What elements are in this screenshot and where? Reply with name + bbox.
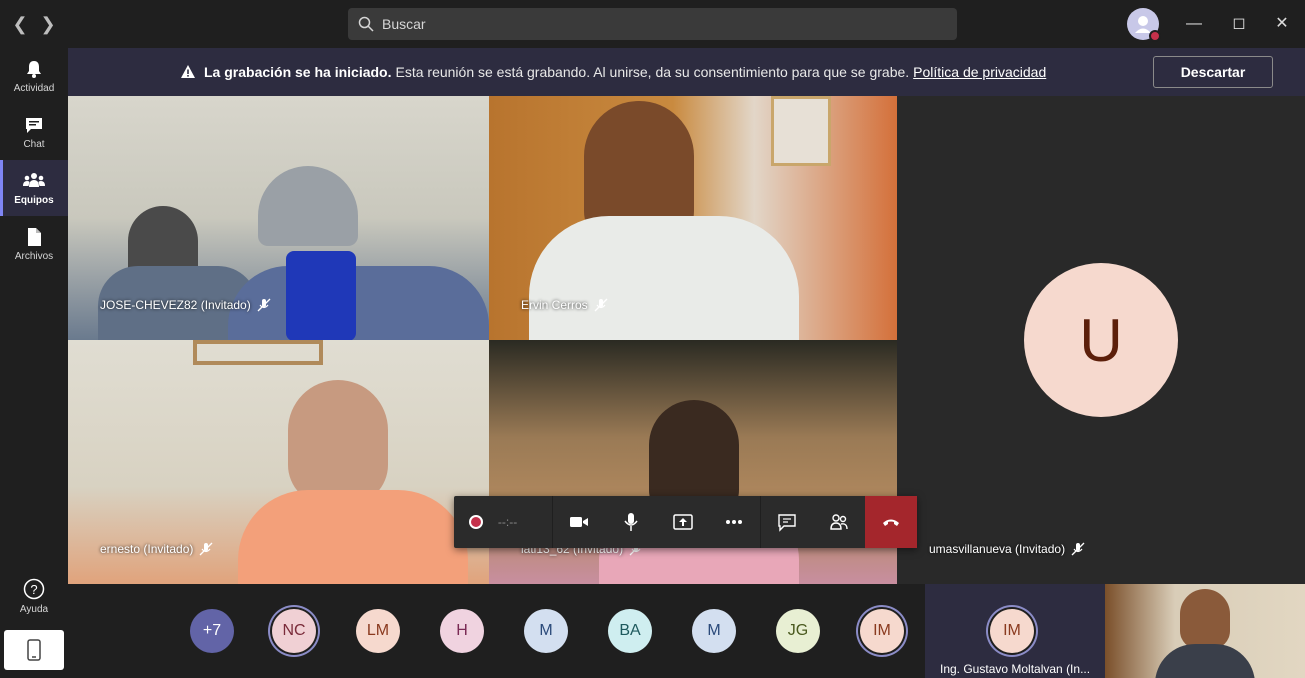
teams-icon: [23, 172, 45, 187]
rail-item-help[interactable]: ? Ayuda: [0, 568, 68, 624]
wall-portrait: [771, 96, 831, 166]
video-tile[interactable]: JOSE-CHEVEZ82 (Invitado): [68, 96, 489, 340]
rail-item-teams[interactable]: Equipos: [0, 160, 68, 216]
warning-icon: [181, 65, 195, 78]
people-icon: [830, 514, 848, 530]
mic-off-icon: [594, 298, 608, 312]
title-bar: ❮ ❯ — ◻ ✕: [0, 0, 1305, 48]
participant-avatar[interactable]: LM: [356, 609, 400, 653]
rail-item-activity[interactable]: Actividad: [0, 48, 68, 104]
participant-avatar[interactable]: M: [524, 609, 568, 653]
rail-item-chat[interactable]: Chat: [0, 104, 68, 160]
call-controls: --:--: [454, 496, 918, 548]
microphone-button[interactable]: [605, 496, 657, 548]
participant-video: [288, 380, 388, 505]
video-camera-icon: [569, 517, 588, 527]
file-icon: [28, 227, 41, 246]
participant-avatar[interactable]: M: [692, 609, 736, 653]
call-timer: --:--: [497, 515, 518, 529]
participant-name: Ervin Cerros: [521, 298, 588, 312]
mug: [286, 251, 356, 340]
participant-avatar: IM: [990, 609, 1034, 653]
participant-video: [1180, 589, 1230, 649]
self-video-preview[interactable]: [1105, 584, 1305, 678]
wall-frame: [193, 340, 323, 365]
rail-label: Archivos: [14, 250, 54, 262]
forward-arrow-icon[interactable]: ❯: [36, 12, 60, 36]
participant-avatar[interactable]: BA: [608, 609, 652, 653]
search-icon: [358, 16, 374, 32]
recording-banner: La grabación se ha iniciado. Esta reunió…: [68, 48, 1305, 96]
rail-label: Chat: [23, 138, 45, 150]
dismiss-button[interactable]: Descartar: [1153, 56, 1273, 88]
user-avatar[interactable]: [1127, 8, 1161, 42]
chat-icon: [26, 117, 42, 133]
share-screen-icon: [672, 514, 693, 530]
video-tile[interactable]: ernesto (Invitado): [68, 340, 489, 584]
active-speaker-tile[interactable]: IM Ing. Gustavo Moltalvan (In...: [925, 584, 1105, 678]
more-icon: [726, 520, 743, 524]
participant-avatar[interactable]: JG: [776, 609, 820, 653]
bell-icon: [27, 60, 41, 78]
mobile-app-button[interactable]: [4, 630, 64, 670]
recording-indicator[interactable]: [454, 496, 498, 548]
chat-icon: [778, 514, 796, 532]
mic-off-icon: [199, 542, 213, 556]
search-box[interactable]: [348, 8, 957, 40]
avatar-tile[interactable]: U umasvillanueva (Invitado): [897, 96, 1305, 584]
phone-icon: [27, 639, 41, 661]
privacy-policy-link[interactable]: Política de privacidad: [913, 64, 1046, 80]
participant-avatar[interactable]: H: [440, 609, 484, 653]
rail-label: Ayuda: [19, 603, 49, 615]
microphone-icon: [624, 513, 638, 531]
participant-avatar[interactable]: NC: [272, 609, 316, 653]
chat-button[interactable]: [761, 496, 813, 548]
rail-label: Equipos: [14, 194, 54, 206]
hang-up-button[interactable]: [865, 496, 918, 548]
participant-video: [1155, 644, 1255, 678]
participant-video: [238, 490, 468, 584]
participant-name: ernesto (Invitado): [100, 542, 194, 556]
participant-name: JOSE-CHEVEZ82 (Invitado): [100, 298, 251, 312]
more-participants-button[interactable]: +7: [190, 609, 234, 653]
banner-title: La grabación se ha iniciado.: [204, 64, 392, 80]
rail-label: Actividad: [13, 82, 55, 94]
search-input[interactable]: [382, 16, 942, 32]
mic-off-icon: [257, 298, 271, 312]
cap: [258, 166, 358, 246]
app-rail: Actividad Chat Equipos Archivos ? Ayuda: [0, 48, 68, 678]
participant-avatar[interactable]: IM: [860, 609, 904, 653]
participant-name: umasvillanueva (Invitado): [929, 542, 1066, 556]
banner-message: Esta reunión se está grabando. Al unirse…: [395, 64, 910, 80]
busy-status-icon: [1149, 30, 1161, 42]
svg-text:?: ?: [30, 582, 37, 597]
rail-item-files[interactable]: Archivos: [0, 216, 68, 272]
camera-button[interactable]: [553, 496, 605, 548]
close-icon[interactable]: ✕: [1270, 12, 1294, 36]
more-options-button[interactable]: [708, 496, 760, 548]
mic-off-icon: [1071, 542, 1085, 556]
share-button[interactable]: [657, 496, 709, 548]
record-icon: [468, 515, 483, 529]
hang-up-icon: [883, 519, 900, 526]
video-tile[interactable]: Ervin Cerros: [489, 96, 897, 340]
participant-name: Ing. Gustavo Moltalvan (In...: [940, 662, 1091, 676]
minimize-icon[interactable]: —: [1182, 12, 1206, 36]
back-arrow-icon[interactable]: ❮: [8, 12, 32, 36]
participant-video: [529, 216, 799, 340]
participant-avatar: U: [1024, 263, 1178, 417]
help-icon: ?: [23, 578, 45, 599]
maximize-icon[interactable]: ◻: [1227, 12, 1251, 36]
participants-button[interactable]: [813, 496, 865, 548]
